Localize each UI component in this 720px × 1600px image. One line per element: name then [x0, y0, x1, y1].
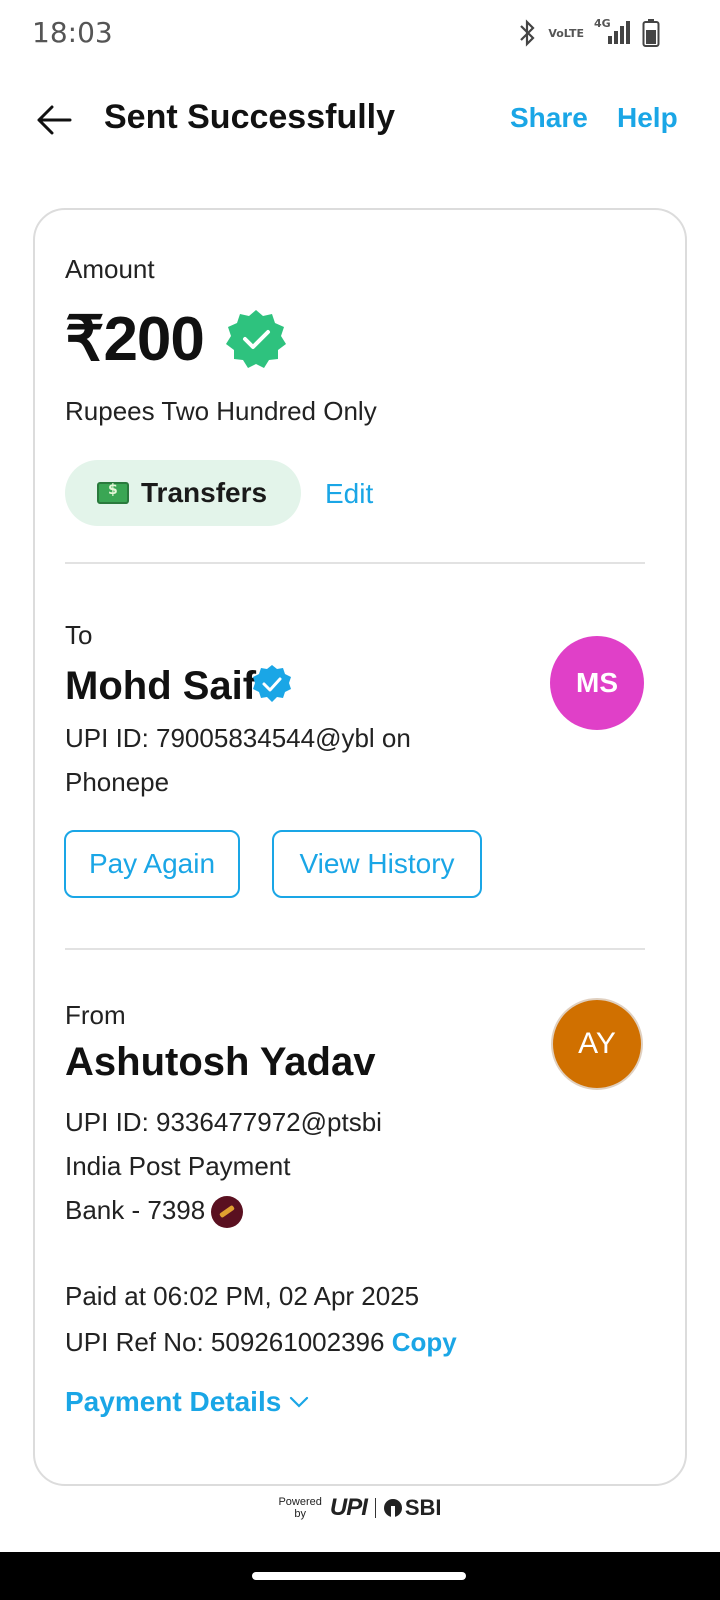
verified-badge-icon — [253, 665, 291, 702]
sender-bank-account: Bank - 7398 — [65, 1188, 244, 1232]
copy-ref-button[interactable]: Copy — [392, 1327, 457, 1357]
share-button[interactable]: Share — [510, 102, 588, 134]
category-label: Transfers — [141, 477, 268, 508]
success-check-icon — [226, 310, 286, 368]
back-arrow-icon — [37, 105, 72, 135]
status-bar: 18:03 Vo LTE 4G — [0, 0, 720, 64]
to-label: To — [65, 620, 93, 650]
upi-ref-row: UPI Ref No: 509261002396 Copy — [65, 1320, 457, 1364]
category-chip[interactable]: Transfers — [65, 460, 301, 526]
home-indicator[interactable] — [252, 1572, 466, 1580]
divider — [65, 948, 645, 950]
help-button[interactable]: Help — [617, 102, 678, 134]
from-label: From — [65, 1000, 126, 1030]
sender-name: Ashutosh Yadav — [65, 1040, 376, 1084]
signal-icon: 4G — [594, 18, 630, 46]
powered-by-footer: Powered by UPI SBI — [0, 1484, 720, 1532]
payment-details-label: Payment Details — [65, 1386, 282, 1417]
view-history-button[interactable]: View History — [272, 830, 482, 898]
paid-at-text: Paid at 06:02 PM, 02 Apr 2025 — [65, 1281, 420, 1311]
chevron-down-icon — [290, 1396, 309, 1408]
back-button[interactable] — [30, 96, 78, 144]
divider — [374, 1498, 376, 1518]
battery-icon — [642, 18, 660, 48]
sbi-logo: SBI — [383, 1495, 442, 1521]
status-icons: Vo LTE 4G — [518, 18, 660, 48]
sender-avatar: AY — [551, 998, 643, 1090]
transaction-card: Amount ₹200 Rupees Two Hundred Only Tran… — [33, 208, 687, 1486]
amount-value: ₹200 — [65, 305, 205, 374]
powered-by-text: Powered by — [278, 1496, 322, 1520]
payment-details-toggle[interactable]: Payment Details — [65, 1386, 309, 1418]
money-icon — [97, 482, 129, 504]
volte-icon: Vo LTE — [548, 26, 584, 40]
system-nav-bar — [0, 1552, 720, 1600]
edit-category-button[interactable]: Edit — [325, 478, 373, 510]
sender-bank-name: India Post Payment — [65, 1151, 291, 1181]
top-app-bar: Sent Successfully Share Help — [0, 80, 720, 160]
recipient-upi-app: Phonepe — [65, 767, 170, 797]
pay-again-button[interactable]: Pay Again — [64, 830, 240, 898]
bank-logo-icon — [211, 1196, 244, 1229]
upi-ref-text: UPI Ref No: 509261002396 — [65, 1327, 385, 1357]
bluetooth-icon — [518, 19, 536, 47]
amount-in-words: Rupees Two Hundred Only — [65, 396, 377, 426]
status-time: 18:03 — [32, 16, 113, 49]
divider — [65, 562, 645, 564]
recipient-name: Mohd Saif — [65, 664, 257, 708]
recipient-upi-id: UPI ID: 79005834544@ybl on — [65, 723, 411, 753]
amount-label: Amount — [65, 254, 155, 284]
upi-logo: UPI — [329, 1494, 368, 1521]
sbi-icon — [383, 1499, 402, 1517]
recipient-avatar: MS — [550, 636, 644, 730]
sender-upi-id: UPI ID: 9336477972@ptsbi — [65, 1107, 382, 1137]
page-title: Sent Successfully — [104, 98, 396, 136]
